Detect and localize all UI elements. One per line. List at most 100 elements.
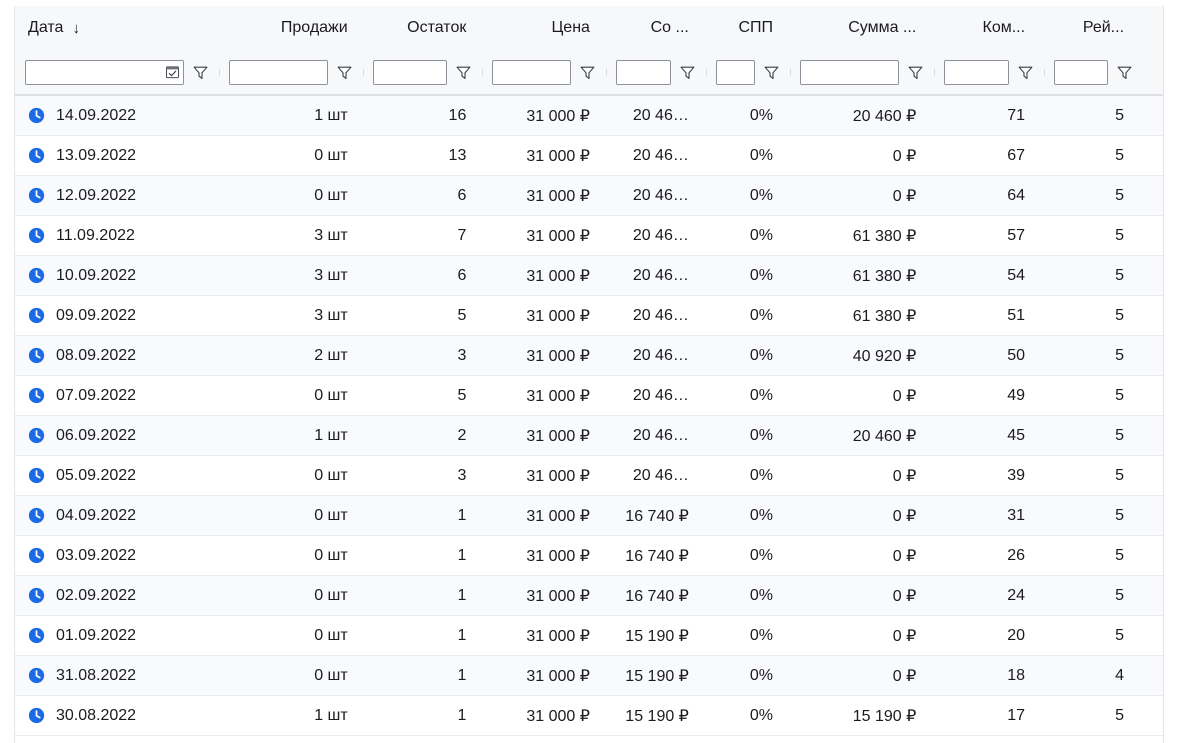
cell-sopp: 20 46… — [603, 387, 702, 405]
filter-input-wrap-rate[interactable] — [1053, 59, 1108, 85]
cell-value-date: 04.09.2022 — [56, 506, 137, 524]
filter-input-wrap-date[interactable] — [25, 59, 184, 85]
cell-value-sopp: 20 46… — [632, 146, 689, 164]
table-row[interactable]: 12.09.2022 0 шт 6 31 000 ₽ 20 46… 0% 0 ₽ 64 5 — [15, 176, 1163, 216]
cell-value-rate: 5 — [1115, 586, 1125, 604]
table-row[interactable]: 30.08.2022 1 шт 1 31 000 ₽ 15 190 ₽ 0% 15 190 … — [15, 696, 1163, 736]
cell-value-sopp: 20 46… — [632, 106, 689, 124]
cell-value-com: 64 — [1007, 186, 1026, 204]
filter-input-wrap-com[interactable] — [944, 59, 1009, 85]
cell-value-sopp: 20 46… — [632, 306, 689, 324]
cell-sopp: 20 46… — [603, 267, 702, 285]
filter-input-wrap-sales[interactable] — [228, 59, 328, 85]
filter-menu-icon-com[interactable] — [1017, 64, 1034, 81]
table-row[interactable]: 31.08.2022 0 шт 1 31 000 ₽ 15 190 ₽ 0% 0 ₽ 18 4 — [15, 656, 1163, 696]
filter-menu-icon-date[interactable] — [192, 64, 209, 81]
cell-value-com: 31 — [1007, 506, 1026, 524]
column-header-label: Дата — [28, 19, 64, 36]
filter-input-wrap-sopp[interactable] — [616, 59, 671, 85]
table-row[interactable]: 10.09.2022 3 шт 6 31 000 ₽ 20 46… 0% 61 380 ₽ 5… — [15, 256, 1163, 296]
filter-input-sopp[interactable] — [617, 60, 670, 84]
table-row[interactable]: 09.09.2022 3 шт 5 31 000 ₽ 20 46… 0% 61 380 ₽ 5… — [15, 296, 1163, 336]
table-row[interactable]: 14.09.2022 1 шт 16 31 000 ₽ 20 46… 0% 20 460 ₽… — [15, 96, 1163, 136]
column-header-label: СПП — [738, 19, 774, 36]
column-header-rate[interactable]: Рей... — [1038, 19, 1137, 37]
cell-stock: 1 — [361, 547, 480, 565]
column-header-sales[interactable]: Продажи — [217, 19, 360, 37]
cell-date: 09.09.2022 — [15, 307, 217, 325]
column-header-sum[interactable]: Сумма ... — [786, 19, 929, 37]
table-row[interactable]: 06.09.2022 1 шт 2 31 000 ₽ 20 46… 0% 20 460 ₽ 4… — [15, 416, 1163, 456]
table-row[interactable]: 05.09.2022 0 шт 3 31 000 ₽ 20 46… 0% 0 ₽ 39 5 — [15, 456, 1163, 496]
filter-menu-icon-sales[interactable] — [336, 64, 353, 81]
cell-price: 31 000 ₽ — [479, 186, 603, 206]
cell-value-spp: 0% — [749, 666, 774, 684]
column-header-spp[interactable]: СПП — [702, 19, 786, 37]
cell-spp: 0% — [702, 187, 786, 205]
cell-sales: 1 шт — [217, 707, 360, 725]
filter-input-sales[interactable] — [229, 60, 327, 84]
cell-sopp: 16 740 ₽ — [603, 506, 702, 526]
table-row[interactable]: 07.09.2022 0 шт 5 31 000 ₽ 20 46… 0% 0 ₽ 49 5 — [15, 376, 1163, 416]
table-row[interactable]: 04.09.2022 0 шт 1 31 000 ₽ 16 740 ₽ 0% 0 ₽ 31 5 — [15, 496, 1163, 536]
cell-date: 13.09.2022 — [15, 147, 217, 165]
filter-input-wrap-stock[interactable] — [372, 59, 447, 85]
column-header-date[interactable]: Дата ↓ — [15, 19, 217, 37]
table-row[interactable]: 13.09.2022 0 шт 13 31 000 ₽ 20 46… 0% 0 ₽ 67 5 — [15, 136, 1163, 176]
cell-value-price: 31 000 ₽ — [526, 307, 590, 325]
cell-value-sales: 3 шт — [314, 306, 348, 324]
calendar-icon[interactable] — [165, 65, 180, 80]
filter-input-sum[interactable] — [801, 60, 899, 84]
cell-value-price: 31 000 ₽ — [526, 387, 590, 405]
cell-value-date: 03.09.2022 — [56, 546, 137, 564]
filter-input-rate[interactable] — [1054, 60, 1107, 84]
filter-input-com[interactable] — [945, 60, 1008, 84]
cell-sales: 0 шт — [217, 387, 360, 405]
column-header-sopp[interactable]: Со ... — [603, 19, 702, 37]
cell-value-date: 11.09.2022 — [56, 226, 135, 244]
cell-value-sopp: 16 740 ₽ — [625, 547, 689, 565]
cell-sopp: 15 190 ₽ — [603, 626, 702, 646]
cell-rate: 5 — [1038, 267, 1137, 285]
cell-rate: 5 — [1038, 587, 1137, 605]
filter-menu-icon-sum[interactable] — [907, 64, 924, 81]
filter-menu-icon-price[interactable] — [579, 64, 596, 81]
sort-descending-icon[interactable]: ↓ — [72, 21, 80, 36]
filter-input-wrap-price[interactable] — [491, 59, 572, 85]
cell-value-rate: 5 — [1115, 306, 1125, 324]
table-row[interactable]: 08.09.2022 2 шт 3 31 000 ₽ 20 46… 0% 40 920 ₽ 5… — [15, 336, 1163, 376]
filter-input-wrap-spp[interactable] — [715, 59, 756, 85]
cell-com: 31 — [929, 507, 1038, 525]
filter-menu-icon-sopp[interactable] — [679, 64, 696, 81]
filter-input-spp[interactable] — [716, 60, 755, 84]
column-header-price[interactable]: Цена — [479, 19, 603, 37]
cell-sales: 0 шт — [217, 587, 360, 605]
column-header-label: Сумма ... — [848, 19, 917, 36]
filter-input-stock[interactable] — [373, 60, 446, 84]
column-header-stock[interactable]: Остаток — [361, 19, 480, 37]
filter-input-wrap-sum[interactable] — [800, 59, 900, 85]
cell-sopp: 16 740 ₽ — [603, 546, 702, 566]
table-row[interactable]: 02.09.2022 0 шт 1 31 000 ₽ 16 740 ₽ 0% 0 ₽ 24 5 — [15, 576, 1163, 616]
cell-sales: 1 шт — [217, 427, 360, 445]
table-header: Дата ↓ Продажи Остаток Цена Со ... СПП Сумма ..… — [15, 6, 1163, 96]
cell-value-spp: 0% — [749, 146, 774, 164]
filter-input-date[interactable] — [26, 60, 183, 84]
table-row[interactable]: 11.09.2022 3 шт 7 31 000 ₽ 20 46… 0% 61 380 ₽ 5… — [15, 216, 1163, 256]
filter-menu-icon-stock[interactable] — [455, 64, 472, 81]
table-row[interactable]: 03.09.2022 0 шт 1 31 000 ₽ 16 740 ₽ 0% 0 ₽ 26 5 — [15, 536, 1163, 576]
filter-menu-icon-spp[interactable] — [763, 64, 780, 81]
cell-value-spp: 0% — [749, 626, 774, 644]
cell-sum: 0 ₽ — [786, 186, 929, 206]
cell-value-rate: 5 — [1115, 706, 1125, 724]
filter-input-price[interactable] — [492, 60, 571, 84]
cell-value-sum: 61 380 ₽ — [852, 307, 917, 325]
cell-value-rate: 5 — [1115, 386, 1125, 404]
filter-cell-sopp — [606, 59, 705, 85]
table-row[interactable]: 01.09.2022 0 шт 1 31 000 ₽ 15 190 ₽ 0% 0 ₽ 20 5 — [15, 616, 1163, 656]
cell-spp: 0% — [702, 587, 786, 605]
cell-sopp: 20 46… — [603, 107, 702, 125]
filter-menu-icon-rate[interactable] — [1116, 64, 1133, 81]
cell-value-rate: 5 — [1115, 186, 1125, 204]
column-header-com[interactable]: Ком... — [929, 19, 1038, 37]
